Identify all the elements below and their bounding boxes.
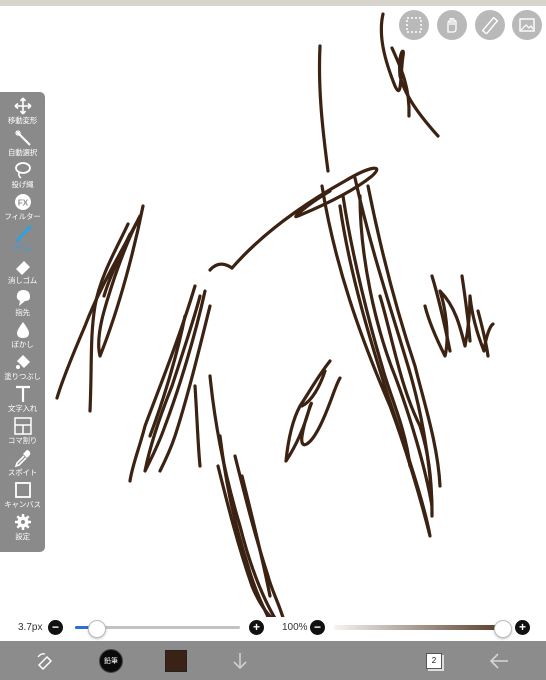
eraser-pen-toggle-icon [37, 652, 53, 670]
tool-canvas[interactable]: キャンバス [0, 480, 45, 512]
lasso-icon [12, 161, 34, 179]
opacity-value: 100% [282, 622, 308, 633]
ruler-button[interactable] [475, 10, 505, 40]
tool-label: スポイト [7, 468, 38, 477]
size-minus-button[interactable]: − [48, 620, 63, 635]
frame-divide-icon [12, 417, 34, 435]
tool-move[interactable]: 移動変形 [0, 96, 45, 128]
tool-label: 自動選択 [7, 148, 38, 157]
tool-label: ぼかし [11, 340, 34, 349]
tool-label: ブラシ [11, 244, 34, 253]
ruler-icon [481, 16, 499, 34]
image-icon [519, 18, 535, 32]
arrow-down-icon [233, 652, 247, 669]
tool-settings[interactable]: 設定 [0, 512, 45, 544]
tool-label: 投げ縄 [11, 180, 34, 189]
selection-button[interactable] [399, 10, 429, 40]
tool-fill[interactable]: 塗りつぶし [0, 352, 45, 384]
tool-filter[interactable]: FX フィルター [0, 192, 45, 224]
opacity-minus-button[interactable]: − [310, 620, 325, 635]
hand-tool-button[interactable] [437, 10, 467, 40]
opacity-slider[interactable] [334, 625, 502, 630]
image-button[interactable] [512, 10, 542, 40]
size-plus-button[interactable]: + [249, 620, 264, 635]
finger-icon [12, 289, 34, 307]
svg-text:FX: FX [17, 199, 28, 208]
opacity-thumb[interactable] [494, 620, 512, 638]
brush-slider-row: 3.7px − + 100% − + [0, 617, 546, 641]
magic-wand-icon [12, 129, 34, 147]
tool-text[interactable]: 文字入れ [0, 384, 45, 416]
move-icon [12, 97, 34, 115]
tool-label: コマ割り [7, 436, 38, 445]
settings-gear-icon [12, 513, 34, 531]
tool-label: フィルター [4, 212, 41, 221]
tool-lasso[interactable]: 投げ縄 [0, 160, 45, 192]
tool-label: 設定 [15, 532, 30, 541]
selection-icon [406, 17, 422, 33]
fill-bucket-icon [12, 353, 34, 371]
quick-tool-button[interactable] [32, 641, 58, 680]
brush-icon [12, 225, 34, 243]
tool-label: 文字入れ [7, 404, 38, 413]
tool-label: 塗りつぶし [4, 372, 41, 381]
fx-filter-icon: FX [12, 193, 34, 211]
tool-label: 移動変形 [7, 116, 38, 125]
tool-label: 指先 [15, 308, 30, 317]
tool-eraser[interactable]: 消しゴム [0, 256, 45, 288]
tool-brush[interactable]: ブラシ [0, 224, 45, 256]
tool-eyedropper[interactable]: スポイト [0, 448, 45, 480]
download-button[interactable] [228, 641, 252, 680]
blur-drop-icon [12, 321, 34, 339]
sketch-strokes [55, 12, 495, 636]
tool-frame-divide[interactable]: コマ割り [0, 416, 45, 448]
brush-preview: 鉛筆 [99, 648, 123, 673]
text-icon [12, 385, 34, 403]
bottom-toolbar: 鉛筆 2 [0, 641, 546, 680]
tool-sidebar: 移動変形 自動選択 投げ縄 FX フィルター ブラシ 消しゴム 指先 ぼかし 塗… [0, 92, 45, 552]
tool-magic-wand[interactable]: 自動選択 [0, 128, 45, 160]
tool-label: キャンバス [4, 500, 41, 509]
layers-button[interactable]: 2 [424, 641, 444, 680]
tool-finger[interactable]: 指先 [0, 288, 45, 320]
tool-blur[interactable]: ぼかし [0, 320, 45, 352]
brush-preview-button[interactable]: 鉛筆 [98, 641, 124, 680]
layer-count: 2 [431, 656, 437, 665]
opacity-plus-button[interactable]: + [515, 620, 530, 635]
layer-count-badge: 2 [426, 652, 442, 669]
eraser-icon [12, 257, 34, 275]
canvas-icon [12, 481, 34, 499]
arrow-left-icon [489, 652, 508, 669]
eyedropper-icon [12, 449, 34, 467]
current-color-swatch [165, 649, 187, 672]
color-button[interactable] [164, 641, 188, 680]
brush-preview-label: 鉛筆 [104, 657, 118, 665]
brush-size-value: 3.7px [18, 622, 43, 633]
back-button[interactable] [486, 641, 512, 680]
brush-size-thumb[interactable] [88, 620, 107, 638]
tool-label: 消しゴム [7, 276, 38, 285]
hand-tool-icon [447, 18, 457, 33]
drawing-canvas[interactable] [0, 6, 546, 640]
